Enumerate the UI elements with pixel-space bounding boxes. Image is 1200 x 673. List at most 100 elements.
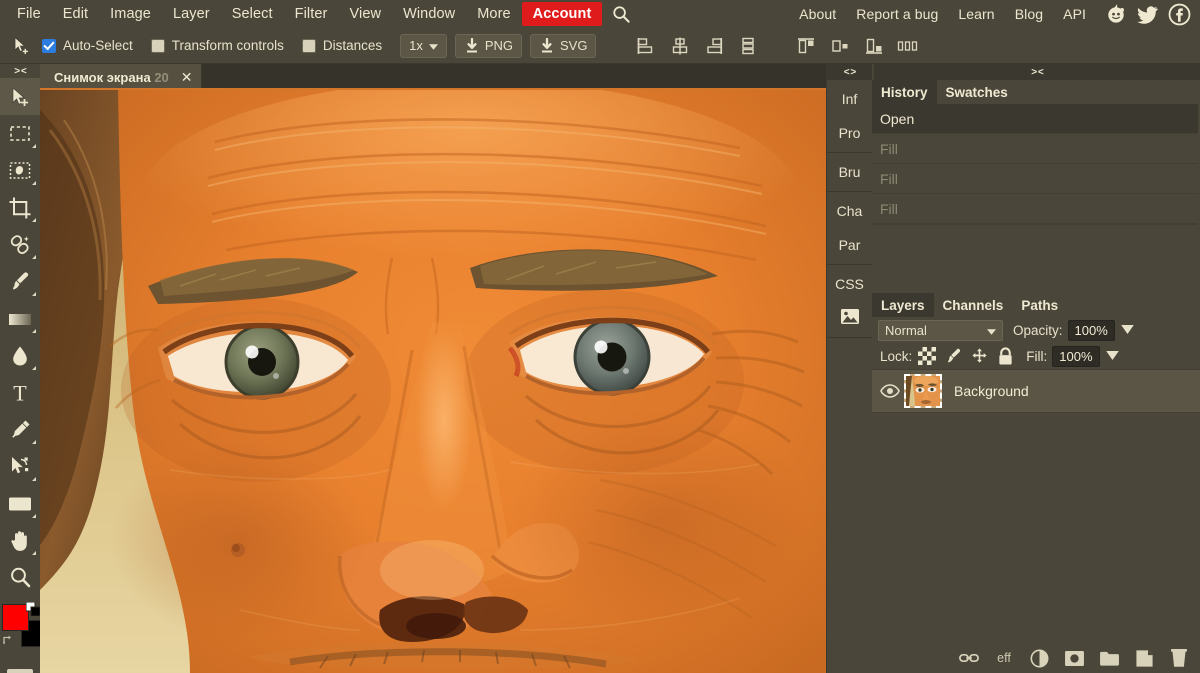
canvas-area[interactable] [40, 90, 826, 673]
layer-visibility-eye-icon[interactable] [878, 384, 902, 398]
auto-select-checkbox[interactable]: Auto-Select [42, 38, 133, 53]
move-tool[interactable] [0, 78, 40, 115]
transform-controls-checkbox[interactable]: Transform controls [150, 38, 284, 53]
align-left-icon[interactable] [632, 33, 660, 59]
layer-mask-button[interactable] [1063, 647, 1085, 669]
menu-filter[interactable]: Filter [284, 3, 339, 25]
account-button[interactable]: Account [521, 2, 603, 26]
layer-effects-button[interactable]: eff [993, 647, 1015, 669]
dock-paragraph[interactable]: Par [827, 228, 872, 262]
document-image [40, 90, 826, 673]
menu-view[interactable]: View [338, 3, 392, 25]
new-layer-button[interactable] [1133, 647, 1155, 669]
lock-transparency-icon[interactable] [916, 346, 938, 366]
menu-about[interactable]: About [789, 3, 846, 25]
history-item[interactable]: Fill [872, 164, 1198, 194]
dock-brushes[interactable]: Bru [827, 155, 872, 189]
menu-api[interactable]: API [1053, 3, 1096, 25]
facebook-icon[interactable] [1167, 2, 1192, 27]
distances-checkbox[interactable]: Distances [301, 38, 382, 53]
history-item[interactable]: Fill [872, 194, 1198, 224]
toolbar-collapse-button[interactable]: > < [0, 64, 40, 78]
dock-info[interactable]: Inf [827, 82, 872, 116]
vdock-collapse-button[interactable]: < > [827, 64, 872, 80]
tab-paths[interactable]: Paths [1012, 293, 1068, 317]
twitter-icon[interactable] [1135, 2, 1160, 27]
opacity-input[interactable]: 100% [1067, 319, 1115, 341]
history-item[interactable]: Fill [872, 134, 1198, 164]
hand-tool[interactable] [0, 522, 40, 559]
auto-select-check-box-icon[interactable] [42, 38, 56, 53]
close-icon[interactable]: ✕ [181, 69, 193, 86]
align-middle-icon[interactable] [826, 33, 854, 59]
search-icon[interactable] [612, 5, 631, 24]
path-select-tool[interactable] [0, 448, 40, 485]
menu-window[interactable]: Window [392, 3, 466, 25]
default-colors-icon[interactable] [25, 601, 41, 617]
delete-layer-button[interactable] [1168, 647, 1190, 669]
blur-tool[interactable] [0, 337, 40, 374]
blend-mode-select[interactable]: Normal [878, 319, 1003, 341]
foreground-color-swatch[interactable] [2, 604, 29, 631]
tab-swatches[interactable]: Swatches [936, 80, 1017, 104]
zoom-tool[interactable] [0, 559, 40, 596]
tab-layers[interactable]: Layers [872, 293, 934, 317]
dock-image[interactable] [827, 301, 872, 335]
menu-edit[interactable]: Edit [52, 3, 99, 25]
distribute-horizontal-icon[interactable] [894, 33, 922, 59]
align-bottom-icon[interactable] [860, 33, 888, 59]
link-layers-button[interactable] [958, 647, 980, 669]
dock-css[interactable]: CSS [827, 267, 872, 301]
pen-tool[interactable] [0, 411, 40, 448]
opacity-slider-arrow-icon[interactable] [1120, 321, 1134, 339]
lock-image-icon[interactable] [942, 346, 964, 366]
shape-tool[interactable] [0, 485, 40, 522]
document-tab[interactable]: Снимок экрана 20 ✕ [40, 64, 202, 90]
history-item[interactable]: Open [872, 104, 1198, 134]
move-tool-icon[interactable] [8, 33, 34, 59]
align-right-icon[interactable] [700, 33, 728, 59]
tab-history[interactable]: History [872, 80, 937, 104]
menu-select[interactable]: Select [221, 3, 284, 25]
tab-channels[interactable]: Channels [933, 293, 1013, 317]
tool-corner-marker [32, 366, 36, 370]
distances-check-box-icon[interactable] [301, 38, 316, 53]
lock-all-icon[interactable] [994, 346, 1016, 366]
type-tool[interactable]: T [0, 374, 40, 411]
menu-file[interactable]: File [6, 3, 52, 25]
lock-position-icon[interactable] [968, 346, 990, 366]
adjustment-layer-button[interactable] [1028, 647, 1050, 669]
right-panel-collapse-button[interactable]: > < [874, 64, 1200, 80]
menu-learn[interactable]: Learn [948, 3, 1004, 25]
brush-tool[interactable] [0, 263, 40, 300]
gradient-tool[interactable] [0, 300, 40, 337]
fill-input[interactable]: 100% [1052, 345, 1100, 367]
lasso-tool[interactable] [0, 152, 40, 189]
clone-stamp-tool[interactable] [0, 226, 40, 263]
fill-slider-arrow-icon[interactable] [1105, 347, 1119, 365]
export-svg-button[interactable]: SVG [530, 33, 597, 58]
swap-colors-icon[interactable] [2, 633, 15, 646]
quick-mask-button[interactable] [0, 658, 40, 673]
menu-image[interactable]: Image [99, 3, 162, 25]
dock-properties[interactable]: Pro [827, 116, 872, 150]
layers-panel: Layers Channels Paths Normal Opacity: 10… [872, 293, 1200, 612]
menu-blog[interactable]: Blog [1005, 3, 1053, 25]
table-row[interactable]: Background [872, 369, 1200, 413]
reddit-icon[interactable] [1103, 2, 1128, 27]
distribute-vertical-icon[interactable] [734, 33, 762, 59]
menu-report-a-bug[interactable]: Report a bug [846, 3, 948, 25]
menu-more[interactable]: More [466, 3, 521, 25]
export-png-button[interactable]: PNG [454, 33, 523, 58]
transform-controls-check-box-icon[interactable] [150, 38, 165, 53]
dock-character[interactable]: Cha [827, 194, 872, 228]
new-group-button[interactable] [1098, 647, 1120, 669]
history-list[interactable]: Open Fill Fill Fill [872, 104, 1200, 291]
rectangular-marquee-tool[interactable] [0, 115, 40, 152]
align-center-horizontal-icon[interactable] [666, 33, 694, 59]
menu-layer[interactable]: Layer [162, 3, 221, 25]
layer-thumbnail[interactable] [904, 374, 942, 408]
zoom-level-select[interactable]: 1x [400, 33, 447, 58]
align-top-icon[interactable] [792, 33, 820, 59]
crop-tool[interactable] [0, 189, 40, 226]
